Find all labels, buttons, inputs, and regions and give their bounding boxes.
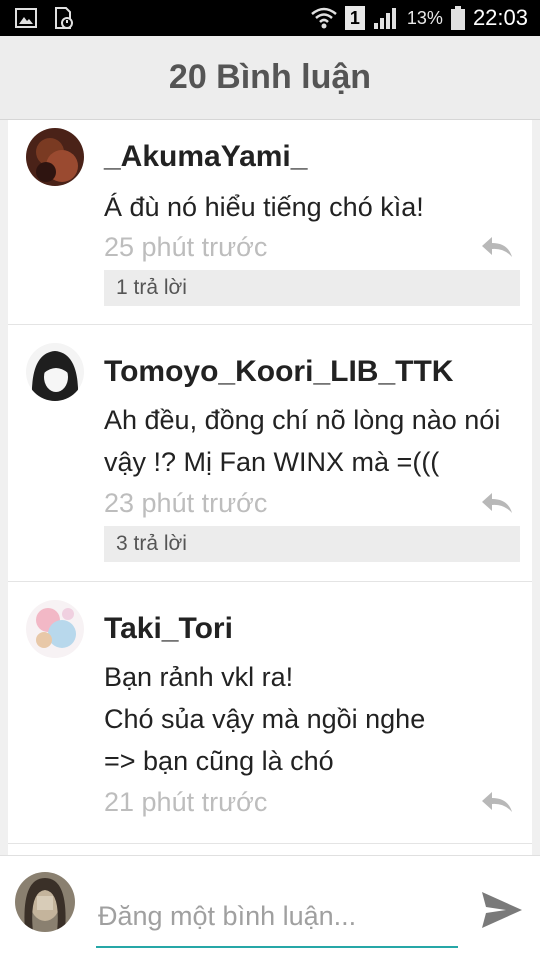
signal-icon [373, 8, 396, 29]
comment-composer [0, 855, 540, 960]
battery-percent: 13% [406, 7, 443, 28]
comment-text: Bạn rảnh vkl ra! Chó sủa vậy mà ngồi ngh… [104, 662, 426, 776]
comment-item: _AkumaYami_ Á đù nó hiểu tiếng chó kìa! … [8, 120, 532, 325]
comment-timestamp: 21 phút trước [104, 787, 268, 817]
send-icon [482, 892, 522, 928]
comment-author[interactable]: Tomoyo_Koori_LIB_TTK [104, 355, 453, 389]
view-replies-button[interactable]: 3 trả lời [104, 526, 520, 562]
battery-icon [450, 6, 465, 30]
comment-item: Tomoyo_Koori_LIB_TTK Ah đều, đồng chí nõ… [8, 325, 532, 582]
comment-author[interactable]: _AkumaYami_ [104, 140, 307, 174]
reply-icon[interactable] [480, 790, 514, 814]
image-icon [15, 8, 37, 28]
status-bar: 1 13% 22:03 [0, 0, 540, 36]
clock: 22:03 [472, 5, 528, 30]
view-replies-button[interactable]: 1 trả lời [104, 270, 520, 306]
comment-list[interactable]: _AkumaYami_ Á đù nó hiểu tiếng chó kìa! … [8, 120, 532, 855]
comment-item: Taki_Tori Bạn rảnh vkl ra! Chó sủa vậy m… [8, 582, 532, 844]
reply-icon[interactable] [480, 235, 514, 259]
sim-icon: 1 [344, 6, 365, 30]
avatar[interactable] [26, 128, 84, 186]
comment-timestamp: 23 phút trước [104, 488, 268, 518]
comment-author[interactable]: Taki_Tori [104, 612, 233, 646]
send-button[interactable] [478, 886, 526, 934]
avatar[interactable] [26, 343, 84, 401]
comment-text: Ah đều, đồng chí nõ lòng nào nói vậy !? … [104, 405, 501, 477]
comment-input[interactable] [96, 886, 458, 948]
current-user-avatar [15, 872, 75, 932]
wifi-icon [311, 7, 337, 29]
page-title: 20 Bình luận [168, 58, 372, 96]
comment-text: Á đù nó hiểu tiếng chó kìa! [104, 192, 424, 222]
app-header: 20 Bình luận [0, 36, 540, 120]
reply-icon[interactable] [480, 491, 514, 515]
comment-timestamp: 25 phút trước [104, 232, 268, 262]
sd-card-icon [55, 7, 73, 29]
avatar[interactable] [26, 600, 84, 658]
